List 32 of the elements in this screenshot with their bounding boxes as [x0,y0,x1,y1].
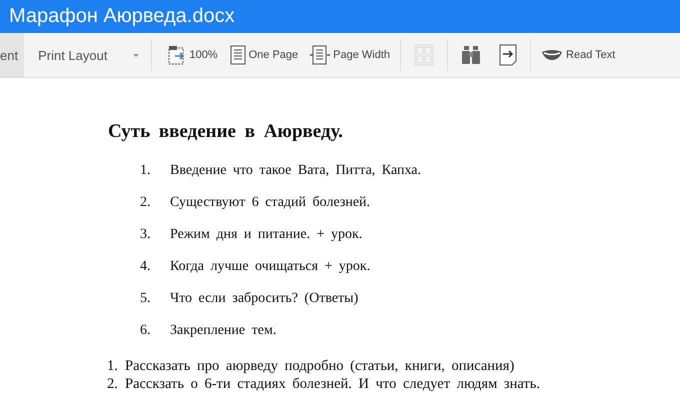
lips-icon [541,49,564,61]
toolbar-button[interactable]: Read Text [535,33,622,77]
list-number: 6. [140,323,152,339]
export-icon [499,44,518,66]
toolbar-button[interactable]: One Page [224,33,304,77]
grid-icon [414,44,434,66]
list-item-text: Существуют 6 стадий болезней. [170,195,370,211]
list-item-text: Когда лучше очищаться + урок. [170,259,370,275]
list-item-text: Расскзать о 6-ти стадиях болезней. И что следует людям знать. [125,376,540,392]
list-item-text: Что если забросить? (Ответы) [170,291,358,307]
zoom-page-icon [168,45,186,65]
page-icon [230,45,246,65]
document-heading: Суть введение в Аюрведу. [108,121,344,143]
list-number: 1. [107,358,119,374]
toolbar-button[interactable]: 100% [156,33,224,77]
page-width-icon [310,45,330,65]
list-item-text: Рассказать про аюрведу подробно (статьи, книги, описания) [125,358,514,374]
toolbar-button[interactable]: Page Width [304,33,396,77]
binoculars-icon [461,46,482,64]
list-number: 2. [107,376,119,392]
list-item-text: Закрепление тем. [170,323,276,339]
window-title: Марафон Аюрведа.docx [8,4,236,29]
list-number: 3. [140,227,152,243]
list-number: 4. [140,259,152,275]
list-item-text: Введение что такое Вата, Питта, Капха. [170,163,422,179]
list-item-text: Режим дня и питание. + урок. [170,227,362,243]
layout-dropdown[interactable]: Print Layout [24,33,148,77]
caret-icon [133,54,140,56]
list-number: 1. [140,163,152,179]
view-tab[interactable]: ent [0,33,24,77]
list-number: 2. [140,195,152,211]
list-number: 5. [140,291,152,307]
